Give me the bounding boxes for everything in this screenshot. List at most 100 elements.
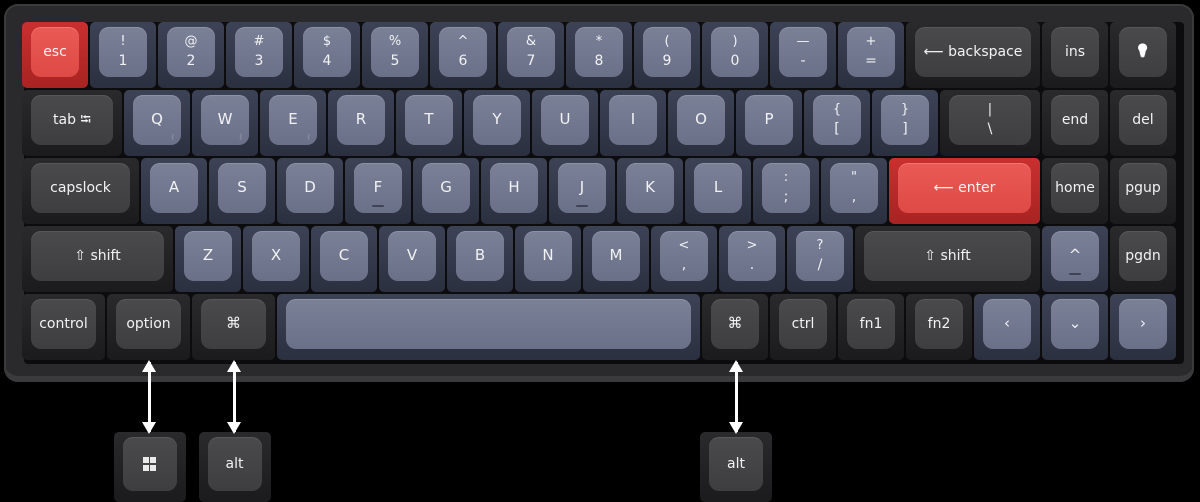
key-2[interactable]: @2 xyxy=(158,22,224,88)
key-8[interactable]: * 8 xyxy=(566,22,632,88)
keycap-legend xyxy=(286,299,691,349)
key-label: ⟵ backspace xyxy=(923,43,1023,60)
key-rcmd[interactable]: ⌘ xyxy=(702,294,768,360)
key-n[interactable]: N xyxy=(515,226,581,292)
base-legend: 6 xyxy=(458,53,468,70)
key-label: pgdn xyxy=(1125,247,1161,264)
key-lbracket[interactable]: {[ xyxy=(804,90,870,156)
key-s[interactable]: S xyxy=(209,158,275,224)
key-j[interactable]: J xyxy=(549,158,615,224)
key-label: G xyxy=(440,178,452,197)
key-label: K xyxy=(645,178,655,197)
key-option[interactable]: option xyxy=(107,294,190,360)
key-pgup[interactable]: pgup xyxy=(1110,158,1176,224)
key-k[interactable]: K xyxy=(617,158,683,224)
key-0[interactable]: ) 0 xyxy=(702,22,768,88)
key-9[interactable]: (9 xyxy=(634,22,700,88)
key-lcmd[interactable]: ⌘ xyxy=(192,294,275,360)
key-comma[interactable]: <, xyxy=(651,226,717,292)
key-rbracket[interactable]: }] xyxy=(872,90,938,156)
key-7[interactable]: & 7 xyxy=(498,22,564,88)
key-4[interactable]: $4 xyxy=(294,22,360,88)
key-fn2[interactable]: fn2 xyxy=(906,294,972,360)
key-tab[interactable]: tab ⭾ xyxy=(22,90,122,156)
key-label: ‹ xyxy=(1004,314,1010,333)
key-label: W xyxy=(217,110,233,129)
key-label: del xyxy=(1132,111,1154,128)
key-z[interactable]: Z xyxy=(175,226,241,292)
shift-legend: @ xyxy=(184,33,198,49)
key-capslock[interactable]: capslock xyxy=(22,158,139,224)
key-label: ⟵ enter xyxy=(933,179,996,196)
key-minus[interactable]: — - xyxy=(770,22,836,88)
key-light[interactable]: 💡 xyxy=(1110,22,1176,88)
key-m[interactable]: M xyxy=(583,226,649,292)
key-r[interactable]: R xyxy=(328,90,394,156)
key-x[interactable]: X xyxy=(243,226,309,292)
key-o[interactable]: O xyxy=(668,90,734,156)
key-ins[interactable]: ins xyxy=(1042,22,1108,88)
key-3[interactable]: #3 xyxy=(226,22,292,88)
key-q[interactable]: Qᛒ xyxy=(124,90,190,156)
bluetooth-icon: ᛒ xyxy=(170,132,175,141)
key-pgdn[interactable]: pgdn xyxy=(1110,226,1176,292)
key-equal[interactable]: + = xyxy=(838,22,904,88)
key-f[interactable]: F xyxy=(345,158,411,224)
key-d[interactable]: D xyxy=(277,158,343,224)
windows-icon xyxy=(142,457,157,471)
key-del[interactable]: del xyxy=(1110,90,1176,156)
key-label: Z xyxy=(202,246,214,265)
key-c[interactable]: C xyxy=(311,226,377,292)
key-period[interactable]: >. xyxy=(719,226,785,292)
key-6[interactable]: ^ 6 xyxy=(430,22,496,88)
key-1[interactable]: ! 1 xyxy=(90,22,156,88)
replacement-key-alt-right[interactable]: alt xyxy=(700,432,772,502)
key-rshift[interactable]: ⇧ shift xyxy=(855,226,1040,292)
key-enter[interactable]: ⟵ enter xyxy=(889,158,1040,224)
key-v[interactable]: V xyxy=(379,226,445,292)
keycap-legend: B xyxy=(456,231,504,281)
key-left[interactable]: ‹ xyxy=(974,294,1040,360)
base-legend: 7 xyxy=(526,53,536,70)
key-a[interactable]: A xyxy=(141,158,207,224)
keycap-legend: pgup xyxy=(1119,163,1167,213)
keycap-legend: Wᛒ xyxy=(201,95,249,145)
keycap-legend: Eᛒ xyxy=(269,95,317,145)
key-p[interactable]: P xyxy=(736,90,802,156)
key-slash[interactable]: ? / xyxy=(787,226,853,292)
key-5[interactable]: % 5 xyxy=(362,22,428,88)
key-end[interactable]: end xyxy=(1042,90,1108,156)
keycap-legend: | \ xyxy=(949,95,1031,145)
key-down[interactable]: ⌄ xyxy=(1042,294,1108,360)
key-up[interactable]: ^ xyxy=(1042,226,1108,292)
key-esc[interactable]: esc xyxy=(22,22,88,88)
key-i[interactable]: I xyxy=(600,90,666,156)
key-right[interactable]: › xyxy=(1110,294,1176,360)
key-lshift[interactable]: ⇧ shift xyxy=(22,226,173,292)
replacement-key-alt-left[interactable]: alt xyxy=(198,432,271,502)
keycap-legend: K xyxy=(626,163,674,213)
base-legend: 9 xyxy=(662,53,672,70)
key-fn1[interactable]: fn1 xyxy=(838,294,904,360)
key-ctrl[interactable]: ctrl xyxy=(770,294,836,360)
key-l[interactable]: L xyxy=(685,158,751,224)
key-y[interactable]: Y xyxy=(464,90,530,156)
key-t[interactable]: T xyxy=(396,90,462,156)
replacement-key-win[interactable] xyxy=(113,432,186,502)
key-home[interactable]: home xyxy=(1042,158,1108,224)
key-g[interactable]: G xyxy=(413,158,479,224)
key-backslash[interactable]: | \ xyxy=(940,90,1040,156)
key-b[interactable]: B xyxy=(447,226,513,292)
base-legend: . xyxy=(749,257,755,274)
key-control[interactable]: control xyxy=(22,294,105,360)
key-semicolon[interactable]: :; xyxy=(753,158,819,224)
key-e[interactable]: Eᛒ xyxy=(260,90,326,156)
key-backspace[interactable]: ⟵ backspace xyxy=(906,22,1040,88)
key-space[interactable] xyxy=(277,294,700,360)
key-u[interactable]: U xyxy=(532,90,598,156)
keycap-legend: A xyxy=(150,163,198,213)
key-quote[interactable]: ", xyxy=(821,158,887,224)
base-legend: = xyxy=(865,53,877,70)
key-w[interactable]: Wᛒ xyxy=(192,90,258,156)
key-h[interactable]: H xyxy=(481,158,547,224)
